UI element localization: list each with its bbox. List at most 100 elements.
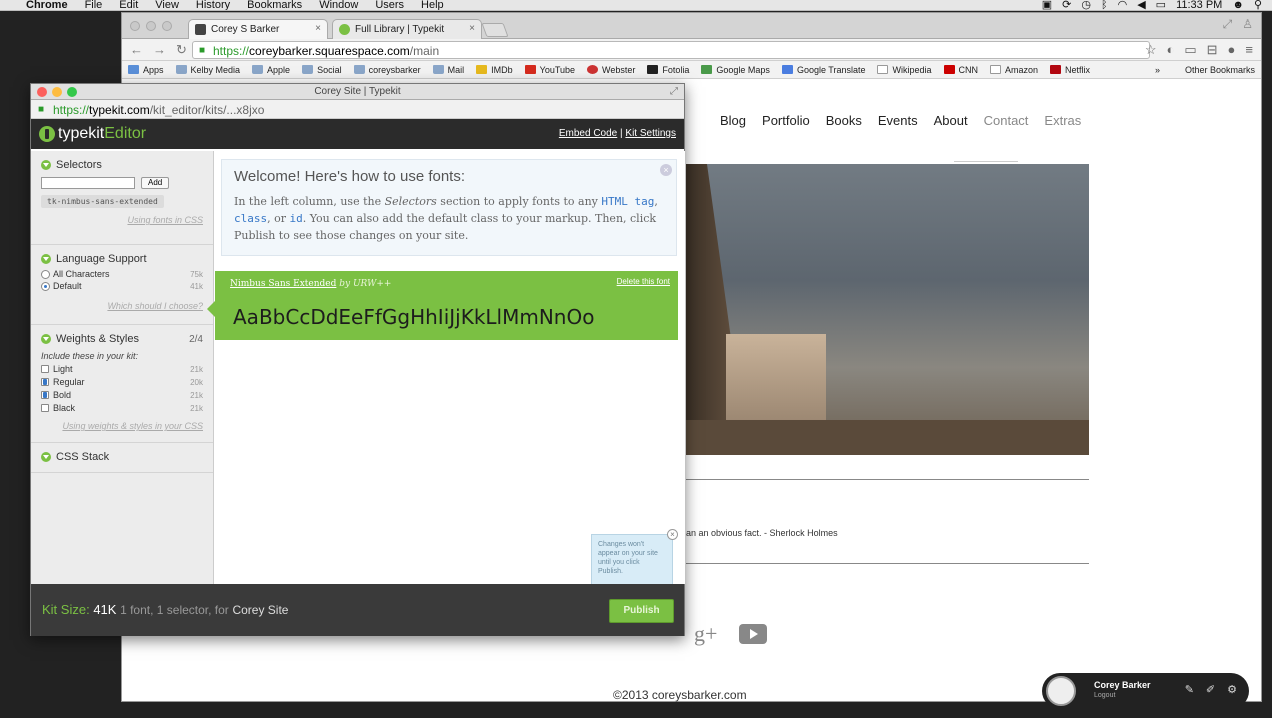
weight-light[interactable]: Light 21k [41, 364, 203, 374]
site-nav-contact[interactable]: Contact [984, 113, 1029, 128]
close-tab-icon[interactable]: × [469, 23, 475, 34]
font-name-link[interactable]: Nimbus Sans Extended [230, 279, 336, 289]
menu-edit[interactable]: Edit [119, 0, 138, 10]
youtube-social-icon[interactable] [739, 624, 768, 644]
battery-icon[interactable]: ▭ [1156, 0, 1166, 10]
menu-users[interactable]: Users [375, 0, 404, 10]
zoom-window-button[interactable] [67, 87, 77, 97]
add-selector-button[interactable]: Add [141, 177, 170, 189]
selector-chip[interactable]: tk-nimbus-sans-extended [41, 195, 164, 208]
more-bookmarks-chevron-icon[interactable]: » [1155, 65, 1160, 75]
site-nav-about[interactable]: About [934, 113, 968, 128]
weights-styles-header[interactable]: Weights & Styles 2/4 [41, 333, 203, 345]
bookmark-apps[interactable]: Apps [128, 65, 164, 75]
brush-icon[interactable]: ✐ [1206, 683, 1215, 696]
kit-settings-link[interactable]: Kit Settings [625, 128, 676, 139]
forward-icon[interactable]: → [153, 42, 166, 58]
display-icon[interactable]: ▣ [1042, 0, 1052, 10]
minimize-window-button[interactable] [146, 21, 156, 31]
selectors-header[interactable]: Selectors [41, 159, 203, 171]
bookmark-cnn[interactable]: CNN [943, 65, 978, 75]
bookmark-mail[interactable]: Mail [432, 65, 464, 75]
bookmark-netflix[interactable]: Netflix [1050, 65, 1090, 75]
other-bookmarks[interactable]: » Other Bookmarks [1155, 65, 1255, 75]
checkbox-black[interactable] [41, 404, 49, 412]
bookmark-imdb[interactable]: IMDb [476, 65, 513, 75]
expand-icon[interactable]: ⤢ [670, 84, 678, 100]
menu-icon[interactable]: ≡ [1245, 42, 1253, 58]
publish-button[interactable]: Publish [609, 599, 674, 623]
user-icon[interactable]: ☻ [1232, 0, 1244, 10]
close-welcome-icon[interactable]: × [660, 164, 672, 176]
back-icon[interactable]: ← [130, 42, 143, 58]
css-stack-header[interactable]: CSS Stack [41, 451, 203, 463]
menu-bookmarks[interactable]: Bookmarks [247, 0, 302, 10]
language-support-header[interactable]: Language Support [41, 253, 203, 265]
bookmark-social[interactable]: Social [302, 65, 342, 75]
site-nav-extras[interactable]: Extras [1044, 113, 1081, 128]
checkbox-bold[interactable] [41, 391, 49, 399]
reload-icon[interactable]: ↻ [176, 42, 187, 58]
extension-icon-3[interactable]: ● [1228, 42, 1236, 58]
extension-icon-2[interactable]: ⊟ [1207, 42, 1218, 58]
menu-file[interactable]: File [85, 0, 103, 10]
checkbox-light[interactable] [41, 365, 49, 373]
menu-help[interactable]: Help [421, 0, 444, 10]
bluetooth-icon[interactable]: ᛒ [1101, 0, 1108, 10]
extension-icon[interactable]: ◐ [1166, 42, 1174, 58]
logout-link[interactable]: Logout [1094, 692, 1115, 699]
site-nav-portfolio[interactable]: Portfolio [762, 113, 810, 128]
bookmark-google-maps[interactable]: Google Maps [701, 65, 770, 75]
fullscreen-icon[interactable]: ⤢ [1223, 17, 1233, 32]
profile-icon[interactable]: ♙ [1242, 17, 1253, 32]
menu-view[interactable]: View [155, 0, 179, 10]
weight-black[interactable]: Black 21k [41, 403, 203, 413]
clock[interactable]: 11:33 PM [1176, 0, 1222, 10]
font-card[interactable]: Nimbus Sans Extended by URW++ Delete thi… [207, 271, 678, 340]
weight-bold[interactable]: Bold 21k [41, 390, 203, 400]
checkbox-regular[interactable] [41, 378, 49, 386]
bookmark-star-icon[interactable]: ☆ [1145, 42, 1157, 58]
minimize-window-button[interactable] [52, 87, 62, 97]
bookmark-webster[interactable]: Webster [587, 65, 635, 75]
close-window-button[interactable] [130, 21, 140, 31]
bookmark-amazon[interactable]: Amazon [990, 65, 1038, 75]
address-bar[interactable]: ■ https://coreybarker.squarespace.com/ma… [192, 41, 1150, 59]
site-nav-books[interactable]: Books [826, 113, 862, 128]
bookmark-google-translate[interactable]: Google Translate [781, 65, 865, 75]
google-plus-icon[interactable]: g+ [694, 621, 717, 647]
zoom-window-button[interactable] [162, 21, 172, 31]
radio-all-characters[interactable] [41, 269, 50, 279]
tab-full-library-typekit[interactable]: Full Library | Typekit × [332, 19, 482, 39]
site-nav-blog[interactable]: Blog [720, 113, 746, 128]
embed-code-link[interactable]: Embed Code [559, 128, 617, 139]
tab-corey-s-barker[interactable]: Corey S Barker × [188, 19, 328, 39]
close-tab-icon[interactable]: × [315, 23, 321, 34]
language-option-all[interactable]: All Characters 75k [41, 269, 203, 279]
cast-icon[interactable]: ▭ [1184, 42, 1196, 58]
using-weights-styles-link[interactable]: Using weights & styles in your CSS [41, 421, 203, 431]
using-fonts-in-css-link[interactable]: Using fonts in CSS [41, 215, 203, 225]
time-machine-icon[interactable]: ◷ [1081, 0, 1091, 10]
spotlight-icon[interactable]: ⚲ [1254, 0, 1262, 10]
close-window-button[interactable] [37, 87, 47, 97]
site-nav-events[interactable]: Events [878, 113, 918, 128]
weight-regular[interactable]: Regular 20k [41, 377, 203, 387]
bookmark-fotolia[interactable]: Fotolia [647, 65, 689, 75]
wifi-icon[interactable]: ◠ [1118, 0, 1128, 10]
bookmark-wikipedia[interactable]: Wikipedia [877, 65, 932, 75]
bookmark-apple[interactable]: Apple [252, 65, 290, 75]
menu-history[interactable]: History [196, 0, 230, 10]
bookmark-coreysbarker[interactable]: coreysbarker [353, 65, 421, 75]
menu-chrome[interactable]: Chrome [26, 0, 68, 10]
which-should-i-choose-link[interactable]: Which should I choose? [41, 301, 203, 311]
sync-icon[interactable]: ⟳ [1062, 0, 1071, 10]
gear-icon[interactable]: ⚙ [1227, 683, 1237, 696]
radio-default[interactable] [41, 281, 50, 291]
volume-icon[interactable]: ◀ [1137, 0, 1145, 10]
language-option-default[interactable]: Default 41k [41, 281, 203, 291]
delete-font-link[interactable]: Delete this font [617, 277, 670, 286]
new-tab-button[interactable] [481, 23, 509, 37]
close-tooltip-icon[interactable]: × [667, 529, 678, 540]
selector-input[interactable] [41, 177, 135, 189]
